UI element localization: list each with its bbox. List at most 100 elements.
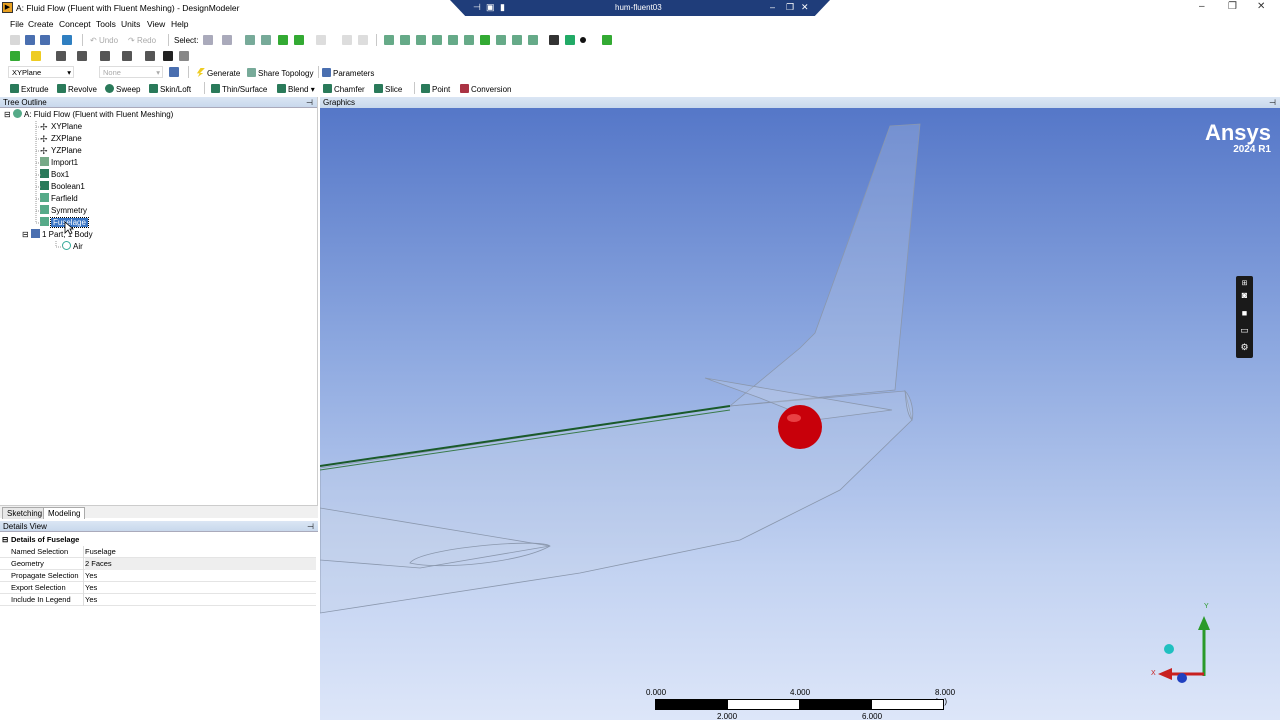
graphics-title: Graphics xyxy=(323,98,356,107)
main-toolbar: ↶ Undo ↷ Redo Select: xyxy=(0,32,1280,48)
box-zoom-icon[interactable] xyxy=(432,35,442,45)
new-sketch-icon[interactable] xyxy=(100,51,110,61)
minimize-icon[interactable]: – xyxy=(1199,1,1205,12)
box-select2-icon[interactable] xyxy=(358,35,368,45)
next-view-icon[interactable] xyxy=(528,35,538,45)
screenshot-icon[interactable] xyxy=(62,35,72,45)
extrude-button[interactable]: Extrude xyxy=(10,84,49,94)
axis-icon[interactable] xyxy=(549,35,559,45)
mode-tabs: Sketching Modeling xyxy=(0,505,318,519)
undo-button[interactable]: ↶ Undo xyxy=(90,36,118,45)
details-row-export[interactable]: Export Selection Yes xyxy=(0,582,316,594)
aircraft-model[interactable]: Y X xyxy=(320,108,1280,720)
blend-button[interactable]: Blend ▾ xyxy=(277,84,315,94)
menu-concept[interactable]: Concept xyxy=(59,19,91,29)
window-icon[interactable]: ▭ xyxy=(1239,325,1250,336)
new-plane-icon[interactable] xyxy=(77,51,87,61)
details-row-legend[interactable]: Include In Legend Yes xyxy=(0,594,316,606)
zoom-icon[interactable] xyxy=(416,35,426,45)
details-value[interactable]: Fuselage xyxy=(85,546,316,558)
generate-button[interactable]: Generate xyxy=(196,68,240,78)
chamfer-button[interactable]: Chamfer xyxy=(323,84,365,94)
lock-icon[interactable]: ▣ xyxy=(486,2,495,13)
details-row-propagate[interactable]: Propagate Selection Yes xyxy=(0,570,316,582)
pin-icon[interactable]: ⊣ xyxy=(473,2,481,13)
sweep-button[interactable]: Sweep xyxy=(105,84,140,94)
collapse-icon[interactable]: ⊟ xyxy=(2,534,8,546)
save-icon[interactable] xyxy=(25,35,35,45)
details-value[interactable]: Yes xyxy=(85,594,316,606)
graphics-viewport[interactable]: Y X Ansys 2024 R1 ⊞ ◙ ■ ▭ ⚙ 0.000 4.000 … xyxy=(320,108,1280,720)
new-icon[interactable] xyxy=(10,35,20,45)
chevron-down-icon: ▾ xyxy=(156,68,160,77)
parameters-button[interactable]: Parameters xyxy=(322,68,374,78)
display-icon[interactable] xyxy=(565,35,575,45)
menu-view[interactable]: View xyxy=(147,19,165,29)
details-row-named-selection[interactable]: Named Selection Fuselage xyxy=(0,546,316,558)
menu-create[interactable]: Create xyxy=(28,19,54,29)
skin-loft-button[interactable]: Skin/Loft xyxy=(149,84,191,94)
previous-view-icon[interactable] xyxy=(512,35,522,45)
tab-modeling[interactable]: Modeling xyxy=(43,507,86,519)
extend-selection-icon[interactable] xyxy=(316,35,326,45)
thin-surface-button[interactable]: Thin/Surface xyxy=(211,84,267,94)
sketch-edit-icon[interactable] xyxy=(145,51,155,61)
redo-label: Redo xyxy=(136,36,157,45)
sketch-select[interactable]: None ▾ xyxy=(99,66,163,78)
remote-minimize-icon[interactable]: – xyxy=(770,2,775,12)
magnify-icon[interactable] xyxy=(464,35,474,45)
select-points-icon[interactable] xyxy=(245,35,255,45)
pencil-icon[interactable] xyxy=(163,51,173,61)
point-button[interactable]: Point xyxy=(421,84,450,94)
share-topology-button[interactable]: Share Topology xyxy=(247,68,313,78)
zoom-in-icon[interactable] xyxy=(480,35,490,45)
sketch-tool-icon[interactable] xyxy=(122,51,132,61)
pin-icon[interactable]: ⊣ xyxy=(307,521,314,532)
menu-units[interactable]: Units xyxy=(121,19,140,29)
gear-icon[interactable]: ⚙ xyxy=(1239,342,1250,353)
tab-sketching[interactable]: Sketching xyxy=(2,507,48,519)
details-group-header[interactable]: ⊟ Details of Fuselage xyxy=(0,534,316,546)
details-value[interactable]: Yes xyxy=(85,582,316,594)
remote-restore-icon[interactable]: ❐ xyxy=(786,2,794,13)
pan-icon[interactable] xyxy=(400,35,410,45)
menu-tools[interactable]: Tools xyxy=(96,19,116,29)
modeling-toolbar: Extrude Revolve Sweep Skin/Loft Thin/Sur… xyxy=(0,80,1280,96)
select-faces-icon[interactable] xyxy=(278,35,288,45)
close-icon[interactable]: ✕ xyxy=(1257,1,1265,12)
slice-icon xyxy=(374,84,383,93)
select-filter-icon[interactable] xyxy=(222,35,232,45)
grid-icon[interactable] xyxy=(10,51,20,61)
point-display-icon[interactable] xyxy=(580,37,586,43)
dimension-icon[interactable] xyxy=(179,51,189,61)
expand-icon[interactable]: ⊞ xyxy=(1239,278,1250,289)
pin-icon[interactable]: ⊣ xyxy=(306,97,313,108)
look-at-icon[interactable] xyxy=(56,51,66,61)
wireframe-icon[interactable] xyxy=(602,35,612,45)
redo-button[interactable]: ↷ Redo xyxy=(128,36,156,45)
save-as-icon[interactable] xyxy=(40,35,50,45)
rotate-icon[interactable] xyxy=(384,35,394,45)
restore-icon[interactable]: ❐ xyxy=(1228,1,1237,12)
details-value[interactable]: Yes xyxy=(85,570,316,582)
select-edges-icon[interactable] xyxy=(261,35,271,45)
camera-icon[interactable]: ◙ xyxy=(1239,290,1250,301)
box-select-icon[interactable] xyxy=(342,35,352,45)
layout-icon[interactable] xyxy=(31,51,41,61)
details-row-geometry[interactable]: Geometry 2 Faces xyxy=(0,558,316,570)
select-mode-icon[interactable] xyxy=(203,35,213,45)
plane-select[interactable]: XYPlane ▾ xyxy=(8,66,74,78)
remote-close-icon[interactable]: ✕ xyxy=(801,2,809,13)
new-sketch-button-icon[interactable] xyxy=(169,67,179,77)
details-value[interactable]: 2 Faces xyxy=(85,558,316,570)
video-icon[interactable]: ■ xyxy=(1239,308,1250,319)
revolve-button[interactable]: Revolve xyxy=(57,84,97,94)
zoom-out-icon[interactable] xyxy=(496,35,506,45)
menu-file[interactable]: File xyxy=(10,19,24,29)
zoom-to-fit-icon[interactable] xyxy=(448,35,458,45)
select-bodies-icon[interactable] xyxy=(294,35,304,45)
pin-icon[interactable]: ⊣ xyxy=(1269,97,1276,108)
conversion-button[interactable]: Conversion xyxy=(460,84,511,94)
menu-help[interactable]: Help xyxy=(171,19,188,29)
slice-button[interactable]: Slice xyxy=(374,84,402,94)
